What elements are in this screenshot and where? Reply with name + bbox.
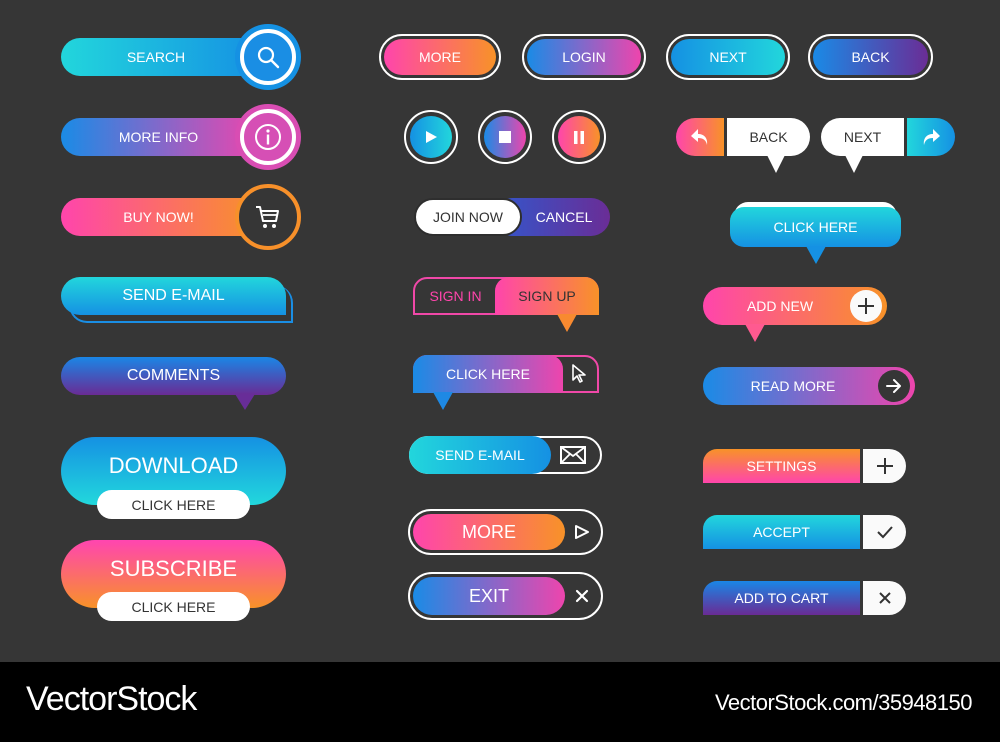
search-button[interactable]: SEARCH (61, 24, 301, 90)
cursor-icon (572, 364, 586, 383)
add-to-cart-close-box (863, 581, 906, 615)
arrow-right-icon (886, 379, 901, 393)
add-new-plus-circle (850, 290, 882, 322)
sign-up-bubble-tail (557, 314, 577, 332)
click-here-right-button[interactable]: CLICK HERE (730, 202, 901, 266)
footer-bar: VectorStock VectorStock.com/35948150 (0, 662, 1000, 742)
send-email-middle-button[interactable]: SEND E-MAIL (409, 436, 602, 474)
settings-plus-box (863, 449, 906, 483)
join-cancel-group: CANCEL JOIN NOW (414, 198, 610, 236)
search-icon (257, 46, 280, 69)
cart-icon (256, 206, 279, 228)
send-email-middle-label: SEND E-MAIL (409, 436, 551, 474)
settings-button[interactable]: SETTINGS (703, 449, 906, 483)
back-arrow-box (676, 118, 724, 156)
search-button-label: SEARCH (61, 38, 261, 76)
read-more-button[interactable]: READ MORE (703, 367, 915, 407)
more-top-button[interactable]: MORE (379, 34, 501, 80)
download-click-here[interactable]: CLICK HERE (97, 490, 250, 519)
accept-check-box (863, 515, 906, 549)
send-email-button-label: SEND E-MAIL (61, 277, 286, 315)
click-here-right-label: CLICK HERE (730, 207, 901, 247)
next-arrow-box (907, 118, 955, 156)
comments-button-label: COMMENTS (61, 357, 286, 395)
brand-logo: VectorStock (26, 680, 197, 718)
read-more-arrow-circle (878, 370, 910, 402)
add-to-cart-label: ADD TO CART (703, 581, 860, 615)
sign-up-button[interactable]: SIGN UP (495, 277, 599, 315)
play-outline-icon (575, 525, 589, 539)
back-top-button[interactable]: BACK (808, 34, 933, 80)
accept-button[interactable]: ACCEPT (703, 515, 906, 549)
close-icon (575, 589, 589, 603)
back-bubble-label: BACK (727, 118, 810, 156)
back-bubble-tail (767, 155, 785, 173)
reply-arrow-icon (691, 129, 708, 145)
stop-button[interactable] (478, 110, 532, 164)
accept-label: ACCEPT (703, 515, 860, 549)
exit-button[interactable]: EXIT (408, 572, 603, 620)
sign-in-button[interactable]: SIGN IN (413, 277, 498, 315)
join-now-button[interactable]: JOIN NOW (414, 198, 522, 236)
more-info-button-label: MORE INFO (61, 118, 261, 156)
info-icon (255, 124, 281, 150)
back-bubble-button[interactable]: BACK (676, 118, 810, 176)
next-bubble-label: NEXT (821, 118, 904, 156)
plus-icon (858, 298, 874, 314)
brand-url: VectorStock.com/35948150 (714, 690, 973, 715)
next-bubble-button[interactable]: NEXT (821, 118, 955, 176)
click-here-bubble-tail (433, 392, 453, 410)
click-here-middle-button[interactable]: CLICK HERE (413, 355, 599, 411)
add-new-bubble-tail (745, 324, 765, 342)
login-button[interactable]: LOGIN (522, 34, 646, 80)
play-button[interactable] (404, 110, 458, 164)
check-icon (876, 526, 893, 539)
cart-icon-circle (235, 184, 301, 250)
more-info-button[interactable]: MORE INFO (61, 104, 301, 170)
sign-in-up-group: SIGN IN SIGN UP (413, 277, 599, 333)
subscribe-button[interactable]: SUBSCRIBE CLICK HERE (61, 540, 286, 624)
comments-bubble-tail (235, 394, 255, 410)
close-icon (878, 592, 891, 604)
comments-button[interactable]: COMMENTS (61, 357, 286, 411)
stop-icon (499, 131, 511, 143)
back-top-label: BACK (813, 39, 928, 75)
settings-label: SETTINGS (703, 449, 860, 483)
more-middle-button[interactable]: MORE (408, 509, 603, 555)
more-top-label: MORE (384, 39, 496, 75)
buy-now-button-label: BUY NOW! (61, 198, 261, 236)
send-email-button[interactable]: SEND E-MAIL (61, 277, 293, 323)
add-to-cart-button[interactable]: ADD TO CART (703, 581, 906, 615)
forward-arrow-icon (923, 129, 940, 145)
pause-button[interactable] (552, 110, 606, 164)
play-icon (426, 131, 437, 143)
subscribe-click-here[interactable]: CLICK HERE (97, 592, 250, 621)
exit-label: EXIT (413, 577, 565, 615)
search-icon-circle (235, 24, 301, 90)
envelope-icon (560, 446, 586, 464)
add-new-button[interactable]: ADD NEW (703, 287, 887, 343)
plus-icon (876, 458, 893, 474)
info-icon-circle (235, 104, 301, 170)
buy-now-button[interactable]: BUY NOW! (61, 184, 301, 250)
next-top-button[interactable]: NEXT (666, 34, 790, 80)
login-label: LOGIN (527, 39, 641, 75)
next-bubble-tail (845, 155, 863, 173)
download-button[interactable]: DOWNLOAD CLICK HERE (61, 437, 286, 521)
more-middle-label: MORE (413, 514, 565, 550)
click-here-right-tail (806, 246, 826, 264)
next-top-label: NEXT (671, 39, 785, 75)
click-here-middle-label: CLICK HERE (413, 355, 563, 393)
pause-icon (574, 130, 584, 144)
